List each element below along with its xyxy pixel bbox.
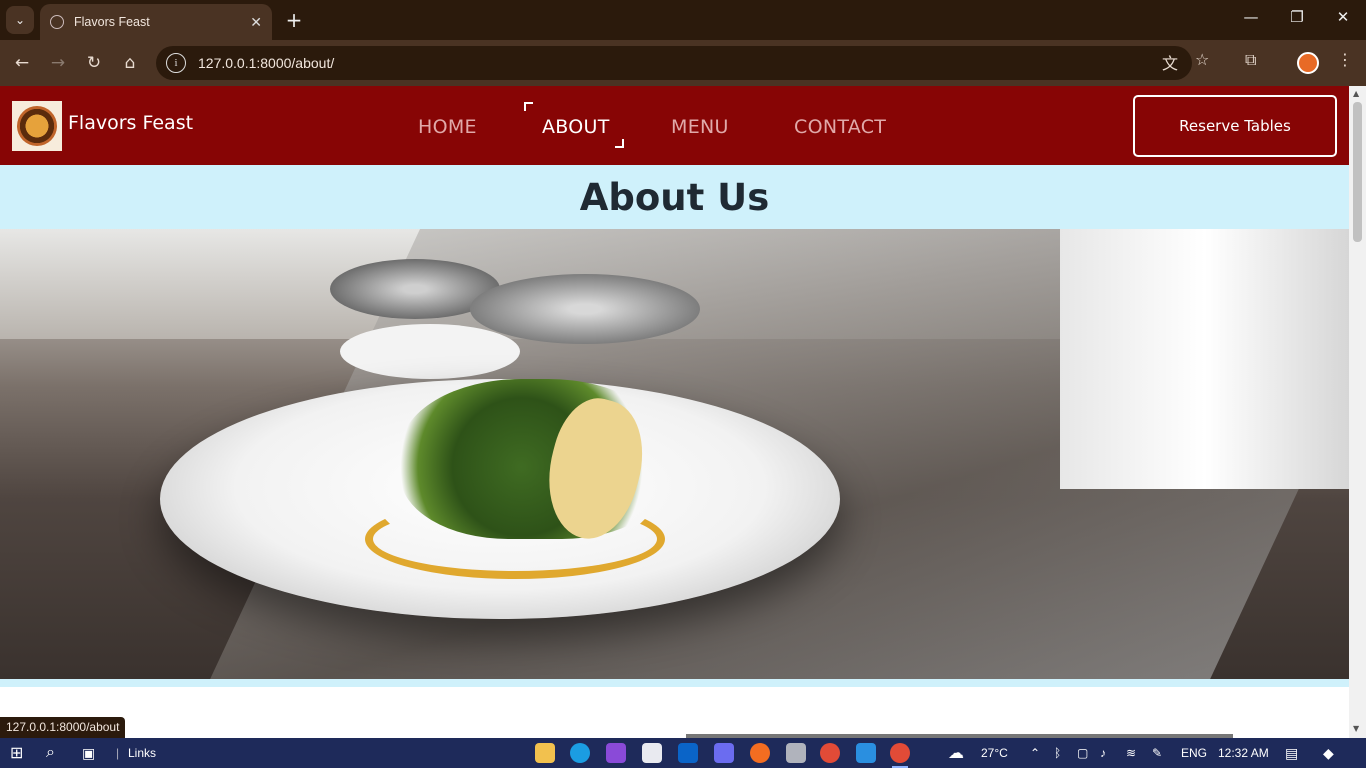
page-viewport: Flavors Feast HOME ABOUT MENU CONTACT Re… [0, 86, 1349, 738]
scroll-up-icon[interactable]: ▲ [1353, 89, 1359, 98]
notifications-icon[interactable]: ▤ [1285, 744, 1298, 762]
tab-search-button[interactable]: ⌄ [6, 6, 34, 34]
divider: | [116, 746, 120, 760]
store-icon[interactable] [642, 743, 662, 763]
browser-toolbar: ← → ↻ ⌂ i 127.0.0.1:8000/about/ 文 ☆ ⧉ ⋮ [0, 40, 1366, 86]
minimize-button[interactable]: — [1236, 8, 1266, 26]
page-scrollbar[interactable]: ▲ ▼ [1349, 86, 1366, 738]
tab-title: Flavors Feast [74, 15, 150, 29]
nav-contact[interactable]: CONTACT [794, 116, 886, 138]
firefox-icon[interactable] [750, 743, 770, 763]
site-navbar: Flavors Feast HOME ABOUT MENU CONTACT Re… [0, 86, 1349, 165]
reload-icon[interactable]: ↻ [83, 52, 105, 74]
tab-close-icon[interactable]: ✕ [250, 14, 262, 31]
edge-icon[interactable] [570, 743, 590, 763]
nav-about[interactable]: ABOUT [542, 116, 610, 138]
home-icon[interactable]: ⌂ [119, 52, 141, 74]
profile-avatar[interactable] [1297, 52, 1319, 74]
language-indicator[interactable]: ENG [1181, 744, 1207, 762]
chrome-active-icon[interactable] [890, 743, 910, 768]
active-corner-top-left [524, 102, 533, 111]
globe-icon [50, 15, 64, 29]
temperature[interactable]: 27°C [981, 744, 1008, 762]
restore-button[interactable]: ❐ [1282, 8, 1312, 26]
menu-icon[interactable]: ⋮ [1337, 50, 1353, 69]
windows-start-icon[interactable]: ⊞ [10, 744, 23, 762]
close-window-button[interactable]: ✕ [1328, 8, 1358, 26]
weather-icon[interactable]: ☁ [948, 744, 964, 762]
address-bar[interactable]: i 127.0.0.1:8000/about/ [156, 46, 1192, 80]
volume-icon[interactable]: ♪ [1100, 744, 1106, 762]
database-icon[interactable] [786, 743, 806, 763]
reserve-tables-button[interactable]: Reserve Tables [1133, 95, 1337, 157]
app-icon[interactable] [606, 743, 626, 763]
browser-tab[interactable]: Flavors Feast ✕ [40, 4, 272, 40]
chrome-icon[interactable] [820, 743, 840, 763]
wifi-icon[interactable]: ≋ [1126, 744, 1136, 762]
site-logo[interactable] [12, 101, 62, 151]
star-icon[interactable]: ☆ [1195, 50, 1209, 69]
nav-menu[interactable]: MENU [671, 116, 729, 138]
chef-logo-icon [17, 106, 57, 146]
active-corner-bottom-right [615, 139, 624, 148]
back-icon[interactable]: ← [11, 52, 33, 74]
scrollbar-thumb[interactable] [1353, 102, 1362, 242]
clock[interactable]: 12:32 AM [1218, 744, 1269, 762]
vscode-icon[interactable] [856, 743, 876, 763]
search-icon[interactable]: ⌕ [46, 744, 55, 762]
copilot-tray-icon[interactable]: ◆ [1323, 744, 1334, 762]
link-status-bar: 127.0.0.1:8000/about [0, 717, 126, 738]
new-tab-button[interactable]: + [282, 8, 306, 32]
address-url[interactable]: 127.0.0.1:8000/about/ [198, 55, 334, 71]
pen-icon[interactable]: ✎ [1152, 744, 1162, 762]
file-explorer-icon[interactable] [535, 743, 555, 763]
task-view-icon[interactable]: ▣ [82, 744, 95, 762]
outlook-icon[interactable] [678, 743, 698, 763]
forward-icon[interactable]: → [47, 52, 69, 74]
section-divider [0, 679, 1349, 687]
hero-image-plated-dish [0, 229, 1349, 679]
nav-home[interactable]: HOME [418, 116, 477, 138]
copilot-icon[interactable] [714, 743, 734, 763]
bluetooth-icon[interactable]: ᛒ [1054, 744, 1061, 762]
chevron-up-icon[interactable]: ⌃ [1030, 744, 1040, 762]
scroll-down-icon[interactable]: ▼ [1353, 724, 1359, 733]
site-info-icon[interactable]: i [166, 53, 186, 73]
translate-icon[interactable]: 文 [1162, 50, 1178, 74]
links-toolbar[interactable]: Links [128, 744, 156, 762]
extensions-icon[interactable]: ⧉ [1245, 50, 1256, 70]
about-heading-band: About Us [0, 165, 1349, 229]
windows-taskbar: ⊞ ⌕ ▣ | Links ☁ 27°C ⌃ ᛒ ▢ ♪ ≋ ✎ ENG 12:… [0, 738, 1366, 768]
browser-tabbar: ⌄ Flavors Feast ✕ + — ❐ ✕ [0, 0, 1366, 40]
camera-icon[interactable]: ▢ [1077, 744, 1088, 762]
page-title: About Us [579, 175, 770, 219]
brand-name[interactable]: Flavors Feast [68, 112, 193, 134]
